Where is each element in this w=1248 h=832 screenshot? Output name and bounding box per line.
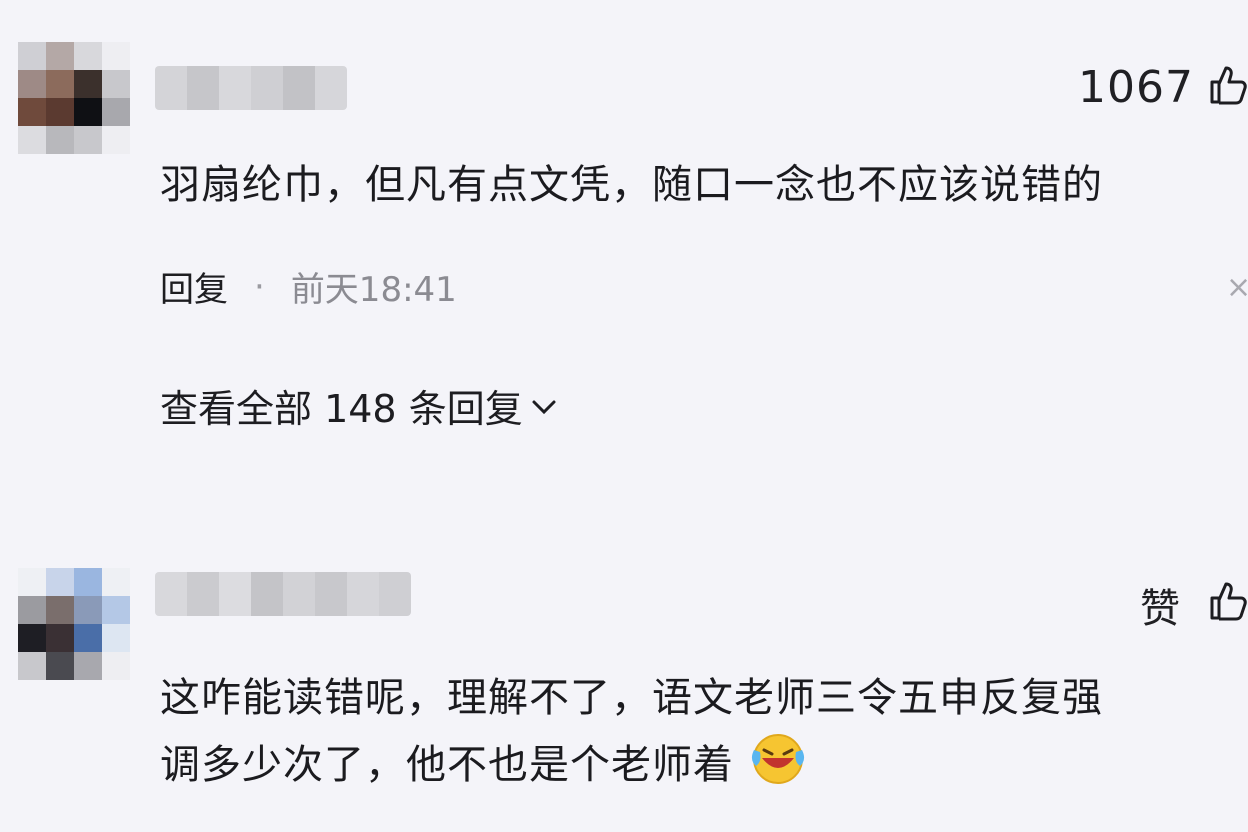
name-pixel-1 [187, 66, 219, 110]
avatar-pixel-8 [18, 624, 46, 652]
name-pixel-0 [155, 66, 187, 110]
name-pixel-4 [283, 572, 315, 616]
avatar-pixel-12 [18, 126, 46, 154]
avatar-pixel-2 [74, 42, 102, 70]
avatar-pixel-10 [74, 98, 102, 126]
comment-text: 羽扇纶巾，但凡有点文凭，随口一念也不应该说错的 [160, 162, 1103, 208]
avatar-pixel-7 [102, 70, 130, 98]
avatar-pixel-6 [74, 70, 102, 98]
avatar-pixel-5 [46, 596, 74, 624]
name-pixel-5 [315, 66, 347, 110]
thumbs-up-icon [1210, 66, 1247, 105]
like-count: 1067 [1078, 62, 1194, 113]
avatar-pixel-15 [102, 126, 130, 154]
reply-button[interactable]: 回复 [160, 262, 228, 311]
avatar-pixel-15 [102, 652, 130, 680]
avatar-pixel-3 [102, 568, 130, 596]
like-button[interactable] [1208, 578, 1248, 626]
avatar-pixel-11 [102, 98, 130, 126]
like-button[interactable] [1208, 62, 1248, 110]
name-pixel-3 [251, 66, 283, 110]
avatar-pixel-4 [18, 70, 46, 98]
view-all-replies-link[interactable]: 查看全部 148 条回复 [160, 378, 559, 433]
username-blurred[interactable] [155, 572, 411, 616]
timestamp: 前天18:41 [290, 270, 457, 310]
avatar-pixel-5 [46, 70, 74, 98]
name-pixel-5 [315, 572, 347, 616]
avatar-pixel-13 [46, 652, 74, 680]
comment-text-line-2: 调多少次了，他不也是个老师着 [160, 728, 1103, 795]
comment-meta: 回复 · 前天18:41 [160, 262, 457, 311]
avatar-pixel-13 [46, 126, 74, 154]
name-pixel-3 [251, 572, 283, 616]
avatar-pixel-8 [18, 98, 46, 126]
thumbs-up-icon [1210, 582, 1247, 621]
avatar-pixel-12 [18, 652, 46, 680]
avatar-pixel-0 [18, 42, 46, 70]
comment-2 [18, 568, 130, 680]
name-pixel-4 [283, 66, 315, 110]
avatar-pixel-1 [46, 568, 74, 596]
avatar-pixel-11 [102, 624, 130, 652]
avatar-pixel-14 [74, 652, 102, 680]
avatar-pixel-9 [46, 98, 74, 126]
avatar-pixel-4 [18, 596, 46, 624]
avatar-pixel-1 [46, 42, 74, 70]
avatar-pixel-3 [102, 42, 130, 70]
name-pixel-2 [219, 572, 251, 616]
view-replies-label: 查看全部 148 条回复 [160, 387, 523, 431]
chevron-down-icon [532, 400, 556, 414]
name-pixel-0 [155, 572, 187, 616]
avatar-pixel-7 [102, 596, 130, 624]
name-pixel-2 [219, 66, 251, 110]
name-pixel-6 [347, 572, 379, 616]
comment-1 [18, 42, 130, 154]
avatar-pixel-6 [74, 596, 102, 624]
comment-text-line-1: 这咋能读错呢，理解不了，语文老师三令五申反复强 [160, 675, 1103, 721]
avatar-pixel-2 [74, 568, 102, 596]
avatar-pixel-0 [18, 568, 46, 596]
avatar-pixel-14 [74, 126, 102, 154]
avatar[interactable] [18, 568, 130, 680]
separator: · [254, 266, 265, 307]
avatar[interactable] [18, 42, 130, 154]
avatar-pixel-9 [46, 624, 74, 652]
name-pixel-7 [379, 572, 411, 616]
like-label: 赞 [1140, 586, 1181, 632]
close-icon[interactable]: × [1226, 270, 1248, 305]
username-blurred[interactable] [155, 66, 347, 110]
name-pixel-1 [187, 572, 219, 616]
comment-text: 这咋能读错呢，理解不了，语文老师三令五申反复强 调多少次了，他不也是个老师着 [160, 668, 1103, 795]
avatar-pixel-10 [74, 624, 102, 652]
comment-text-line-2-text: 调多少次了，他不也是个老师着 [160, 742, 734, 788]
laughing-crying-emoji-icon [751, 734, 804, 784]
